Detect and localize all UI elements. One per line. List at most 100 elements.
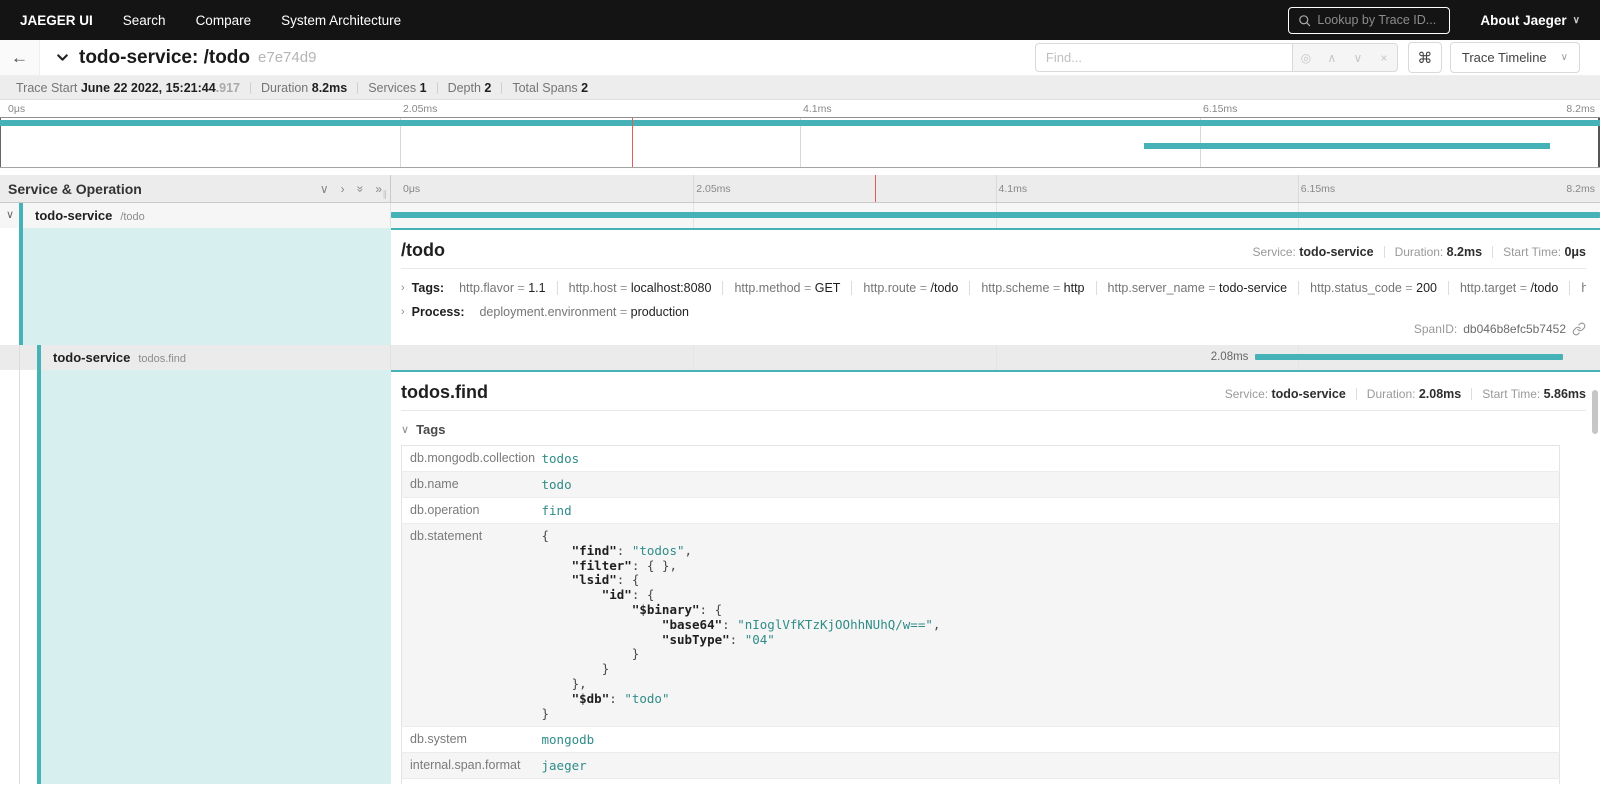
tag-table-value: localhost — [534, 779, 1560, 784]
start-time-label: Start Time: — [1503, 245, 1561, 259]
trace-collapse-chevron-icon[interactable] — [54, 49, 71, 66]
tick-label: 2.05ms — [696, 183, 730, 195]
tag-pill[interactable]: http.route = /todo — [852, 281, 970, 295]
tag-table-row: db.statement{ "find": "todos", "filter":… — [402, 524, 1560, 727]
tag-pill[interactable]: http.target = /todo — [1449, 281, 1570, 295]
expand-one-icon[interactable]: › — [341, 182, 345, 196]
clear-find-icon[interactable]: × — [1371, 51, 1397, 65]
span-operation-name: todos.find — [138, 353, 186, 365]
span-detail-panel: /todo Service: todo-service Duration: 8.… — [391, 228, 1600, 345]
tag-pill[interactable]: http.method = GET — [723, 281, 852, 295]
tag-pill[interactable]: http.flavor = 1.1 — [448, 281, 558, 295]
tick-label: 0μs — [8, 103, 25, 115]
collapse-all-icon[interactable]: » — [353, 185, 367, 192]
find-tags-table-body: db.mongodb.collectiontodosdb.nametododb.… — [402, 446, 1560, 785]
equals-sign: = — [514, 281, 528, 295]
nav-link-compare[interactable]: Compare — [196, 13, 252, 28]
span-row-todos-find[interactable]: todo-service todos.find 2.08ms — [0, 345, 1600, 370]
info-label: Services — [368, 81, 419, 95]
tags-section-label: Tags — [416, 422, 445, 437]
tag-table-row: db.operationfind — [402, 498, 1560, 524]
json-string: "04" — [745, 632, 775, 647]
tag-table-row: db.systemmongodb — [402, 727, 1560, 753]
tick-label: 2.05ms — [403, 103, 437, 115]
tag-pill[interactable]: http.user_agent = M… — [1570, 281, 1586, 295]
jaeger-ui-logo[interactable]: JAEGER UI — [20, 13, 93, 28]
tag-pill[interactable]: http.status_code = 200 — [1299, 281, 1449, 295]
span-row-todo[interactable]: ∨ todo-service /todo — [0, 203, 1600, 228]
tag-table-key: db.statement — [402, 524, 534, 727]
minimap-canvas[interactable] — [0, 117, 1600, 168]
tag-pill[interactable]: deployment.environment = production — [468, 305, 700, 319]
service-operation-title: Service & Operation — [8, 181, 308, 197]
json-key: "id" — [602, 587, 632, 602]
trace-lookup-box[interactable] — [1288, 7, 1450, 34]
about-jaeger-label: About Jaeger — [1480, 13, 1566, 28]
span-row-todos-find-name[interactable]: todo-service todos.find — [0, 345, 391, 370]
keyboard-shortcuts-button[interactable]: ⌘ — [1408, 42, 1442, 73]
tag-table-key: db.system — [402, 727, 534, 753]
info-value: 1 — [420, 81, 427, 95]
collapse-one-icon[interactable]: ∨ — [320, 182, 329, 196]
column-resizer[interactable]: ∥ — [383, 189, 388, 200]
focus-match-icon[interactable]: ◎ — [1293, 51, 1319, 65]
trace-title: todo-service: /todo — [79, 47, 250, 69]
trace-view-dropdown[interactable]: Trace Timeline ∨ — [1450, 42, 1580, 73]
prev-match-icon[interactable]: ∧ — [1319, 51, 1345, 65]
trace-lookup-input[interactable] — [1317, 13, 1440, 27]
tag-key: http.target — [1460, 281, 1516, 295]
tag-table-row: db.nametodo — [402, 472, 1560, 498]
expand-all-icon[interactable]: » — [375, 182, 382, 196]
tag-value: /todo — [931, 281, 959, 295]
span-row-todo-name[interactable]: ∨ todo-service /todo — [0, 203, 391, 228]
duration-label: Duration: — [1367, 387, 1416, 401]
chevron-down-icon[interactable]: ∨ — [6, 208, 14, 221]
span-detail-meta: Service: todo-service Duration: 2.08ms S… — [1215, 387, 1586, 401]
search-icon — [1298, 14, 1311, 27]
process-summary-row[interactable]: › Process: deployment.environment = prod… — [401, 305, 1586, 319]
tick-label: 8.2ms — [1566, 183, 1595, 195]
db-statement-json: { "find": "todos", "filter": { }, "lsid"… — [542, 529, 1552, 721]
tag-key: http.host — [569, 281, 617, 295]
tag-value: /todo — [1531, 281, 1559, 295]
info-label: Depth — [448, 81, 485, 95]
about-jaeger-menu[interactable]: About Jaeger ∨ — [1480, 13, 1580, 28]
tick-label: 8.2ms — [1566, 103, 1595, 115]
link-icon[interactable] — [1572, 322, 1586, 336]
info-value: June 22 2022, 15:21:44 — [81, 81, 216, 95]
tags-accordion-header[interactable]: ∨ Tags — [401, 422, 1586, 437]
trace-toolbar: ◎ ∧ ∨ × ⌘ Trace Timeline ∨ — [1035, 42, 1600, 73]
scrollbar-thumb[interactable] — [1592, 390, 1598, 434]
span-operation-title: /todo — [401, 240, 445, 261]
find-input[interactable] — [1035, 43, 1293, 72]
span-duration-label: 2.08ms — [1211, 351, 1256, 363]
equals-sign: = — [616, 305, 630, 319]
span-duration-bar[interactable] — [1255, 354, 1562, 360]
tag-table-value: todos — [534, 446, 1560, 472]
trace-minimap: 0μs2.05ms4.1ms6.15ms8.2ms — [0, 100, 1600, 168]
tag-value: 1.1 — [528, 281, 545, 295]
jaeger-trace-page: JAEGER UI Search Compare System Architectu… — [0, 0, 1600, 785]
span-detail-guide — [0, 370, 391, 784]
tag-pill[interactable]: http.host = localhost:8080 — [558, 281, 724, 295]
span-detail-panel: todos.find Service: todo-service Duratio… — [391, 370, 1600, 784]
span-color-bar — [19, 203, 23, 228]
tag-pill[interactable]: http.scheme = http — [970, 281, 1096, 295]
span-row-todos-find-timeline[interactable]: 2.08ms — [391, 345, 1600, 370]
span-indent-fill — [41, 370, 391, 784]
nav-link-search[interactable]: Search — [123, 13, 166, 28]
grid-line — [996, 175, 997, 202]
back-button[interactable]: ← — [0, 40, 40, 75]
tag-key: http.route — [863, 281, 916, 295]
tag-pill[interactable]: http.server_name = todo-service — [1097, 281, 1300, 295]
tag-value: GET — [815, 281, 841, 295]
next-match-icon[interactable]: ∨ — [1345, 51, 1371, 65]
timeline-header: Service & Operation ∨ › » » ∥ 0μs2.05ms4… — [0, 175, 1600, 203]
tags-summary-row[interactable]: › Tags: http.flavor = 1.1http.host = loc… — [401, 281, 1586, 295]
span-operation-title: todos.find — [401, 382, 488, 403]
indent-guide-line — [19, 370, 20, 784]
span-duration-bar[interactable] — [391, 212, 1600, 218]
span-row-todo-timeline[interactable] — [391, 203, 1600, 228]
nav-link-system-architecture[interactable]: System Architecture — [281, 13, 401, 28]
tag-table-value: todo — [534, 472, 1560, 498]
